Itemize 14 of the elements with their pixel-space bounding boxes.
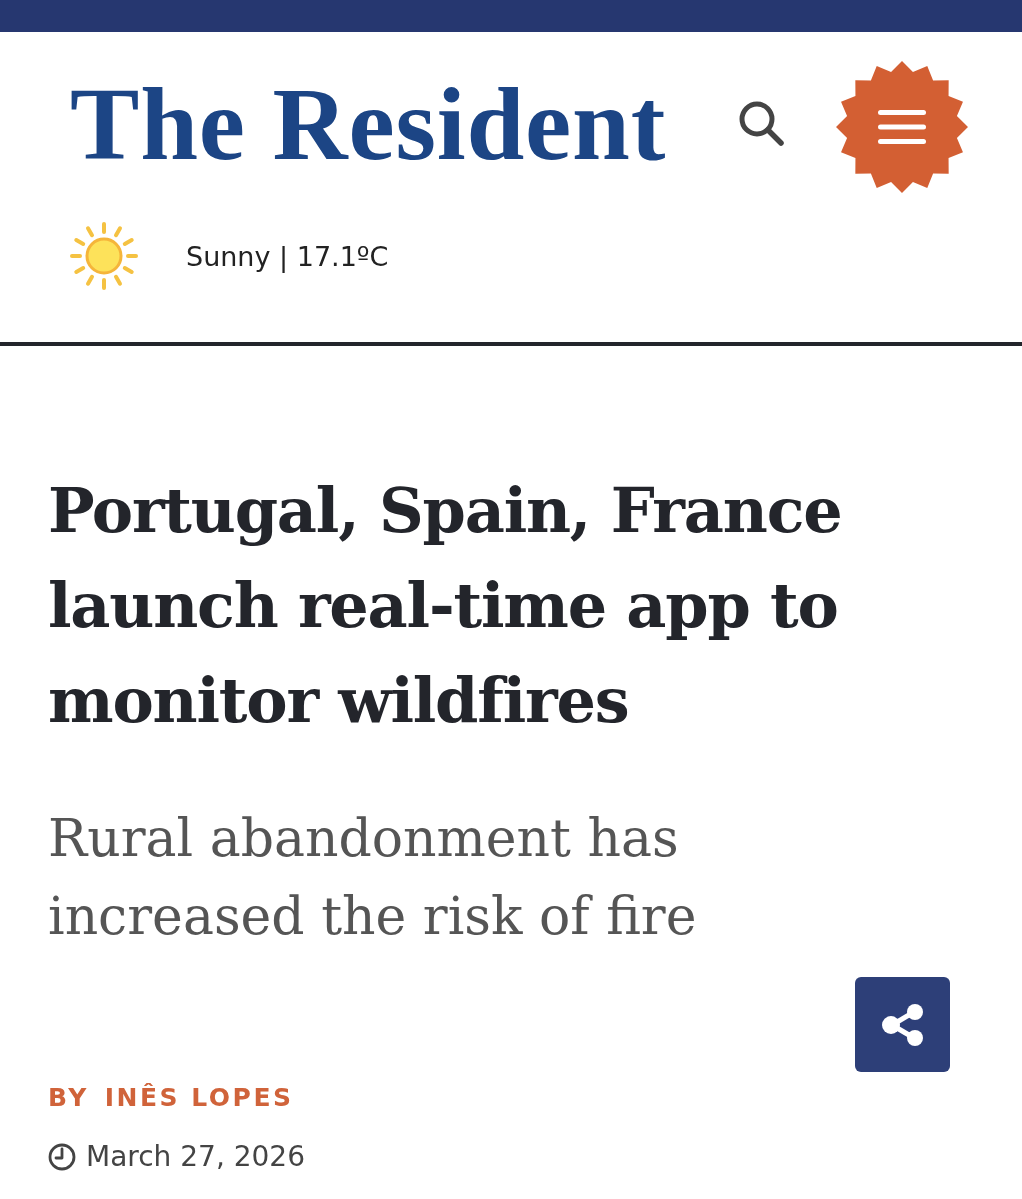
share-icon (880, 1002, 925, 1047)
site-logo[interactable]: The Resident (70, 72, 667, 176)
clock-icon (48, 1142, 76, 1171)
article-headline: Portugal, Spain, France launch real-time app to monitor wildfires (48, 473, 843, 739)
weather-text: Sunny | 17.1ºC (186, 240, 389, 272)
publish-date: March 27, 2026 (86, 1140, 305, 1173)
article-subheadline: Rural abandonment has increased the risk of fire (48, 807, 698, 948)
search-icon (737, 99, 785, 147)
menu-button[interactable] (836, 61, 968, 193)
author-link[interactable]: INÊS LOPES (104, 1083, 294, 1112)
menu-icon (836, 61, 968, 193)
share-button[interactable] (855, 977, 950, 1072)
byline-label: BY (48, 1083, 89, 1112)
sun-icon (70, 222, 138, 290)
